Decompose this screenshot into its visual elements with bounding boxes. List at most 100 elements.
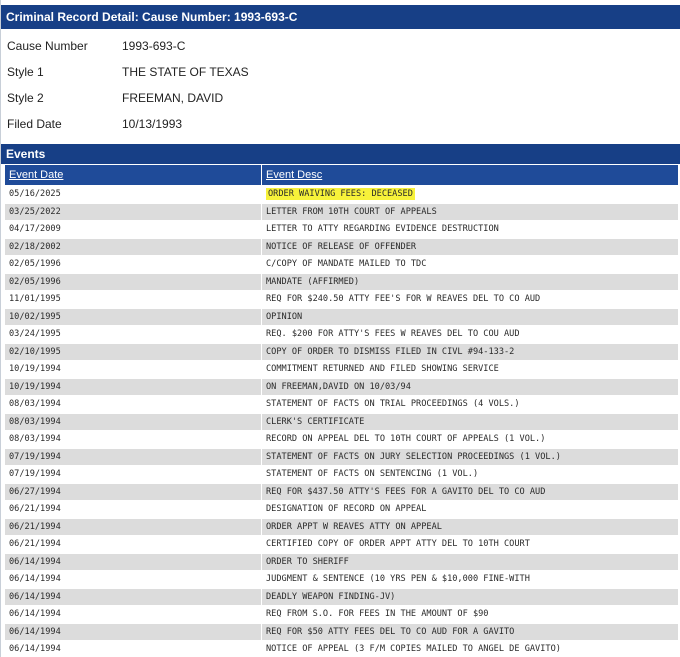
page-title: Criminal Record Detail: Cause Number: 19… [1,5,680,29]
event-desc-cell: MANDATE (AFFIRMED) [261,272,679,291]
event-date-cell: 05/16/2025 [4,185,262,204]
event-desc-cell: REQ FOR $240.50 ATTY FEE'S FOR W REAVES … [261,290,679,309]
table-row: 08/03/1994 CLERK'S CERTIFICATE [4,412,679,431]
table-row: 02/10/1995 COPY OF ORDER TO DISMISS FILED… [4,342,679,361]
event-desc-cell: STATEMENT OF FACTS ON JURY SELECTION PRO… [261,447,679,466]
table-row: 06/14/1994 REQ FOR $50 ATTY FEES DEL TO C… [4,622,679,641]
table-row: 02/05/1996 MANDATE (AFFIRMED) [4,272,679,291]
event-desc-cell: CERTIFIED COPY OF ORDER APPT ATTY DEL TO… [261,535,679,554]
event-desc-cell: REQ FOR $437.50 ATTY'S FEES FOR A GAVITO… [261,482,679,501]
table-row: 06/14/1994 JUDGMENT & SENTENCE (10 YRS PE… [4,570,679,589]
table-row: 05/16/2025 ORDER WAIVING FEES: DECEASED [4,185,679,204]
events-table-header: Event Date Event Desc [4,164,679,186]
event-desc-cell: ORDER TO SHERIFF [261,552,679,571]
event-desc-cell: COMMITMENT RETURNED AND FILED SHOWING SE… [261,360,679,379]
table-row: 04/17/2009 LETTER TO ATTY REGARDING EVIDE… [4,220,679,239]
event-date-cell: 06/14/1994 [4,570,262,589]
table-row: 10/02/1995 OPINION [4,307,679,326]
detail-label: Style 1 [7,65,44,79]
event-desc-cell: C/COPY OF MANDATE MAILED TO TDC [261,255,679,274]
detail-row-style-2: Style 2 FREEMAN, DAVID [1,85,680,111]
table-row: 10/19/1994 ON FREEMAN,DAVID ON 10/03/94 [4,377,679,396]
sort-link-event-desc[interactable]: Event Desc [266,169,322,181]
events-table-body: 05/16/2025 ORDER WAIVING FEES: DECEASED 03… [4,185,679,657]
table-row: 07/19/1994 STATEMENT OF FACTS ON JURY SEL… [4,447,679,466]
event-date-cell: 06/21/1994 [4,535,262,554]
event-date-cell: 06/14/1994 [4,552,262,571]
event-date-cell: 06/14/1994 [4,587,262,606]
table-row: 03/24/1995 REQ. $200 FOR ATTY'S FEES W RE… [4,325,679,344]
table-row: 03/25/2022 LETTER FROM 10TH COURT OF APPE… [4,202,679,221]
column-header-event-date[interactable]: Event Date [4,164,262,186]
event-date-cell: 08/03/1994 [4,395,262,414]
event-date-cell: 02/05/1996 [4,272,262,291]
event-date-cell: 02/05/1996 [4,255,262,274]
event-desc-cell: CLERK'S CERTIFICATE [261,412,679,431]
event-date-cell: 04/17/2009 [4,220,262,239]
event-desc-cell: NOTICE OF RELEASE OF OFFENDER [261,237,679,256]
event-desc-cell: OPINION [261,307,679,326]
detail-label: Style 2 [7,91,44,105]
event-desc-cell: JUDGMENT & SENTENCE (10 YRS PEN & $10,00… [261,570,679,589]
event-desc-cell: REQ. $200 FOR ATTY'S FEES W REAVES DEL T… [261,325,679,344]
event-desc-cell: STATEMENT OF FACTS ON SENTENCING (1 VOL.… [261,465,679,484]
event-date-cell: 11/01/1995 [4,290,262,309]
events-section-title: Events [1,144,680,164]
event-desc-cell: ON FREEMAN,DAVID ON 10/03/94 [261,377,679,396]
table-row: 06/27/1994 REQ FOR $437.50 ATTY'S FEES FO… [4,482,679,501]
detail-row-cause-number: Cause Number 1993-693-C [1,33,680,59]
event-date-cell: 06/14/1994 [4,605,262,624]
event-desc-cell: ORDER APPT W REAVES ATTY ON APPEAL [261,517,679,536]
table-row: 06/14/1994 NOTICE OF APPEAL (3 F/M COPIES… [4,640,679,657]
detail-label: Cause Number [7,39,88,53]
event-date-cell: 07/19/1994 [4,447,262,466]
detail-value: 1993-693-C [122,39,186,53]
event-date-cell: 06/21/1994 [4,500,262,519]
event-date-cell: 10/02/1995 [4,307,262,326]
event-desc-cell: REQ FOR $50 ATTY FEES DEL TO CO AUD FOR … [261,622,679,641]
case-details: Cause Number 1993-693-C Style 1 THE STAT… [1,29,680,142]
events-table: Event Date Event Desc 05/16/2025 ORDER WA… [4,164,679,657]
table-row: 06/14/1994 REQ FROM S.O. FOR FEES IN THE … [4,605,679,624]
event-desc-cell: STATEMENT OF FACTS ON TRIAL PROCEEDINGS … [261,395,679,414]
event-date-cell: 03/24/1995 [4,325,262,344]
table-row: 08/03/1994 RECORD ON APPEAL DEL TO 10TH C… [4,430,679,449]
table-row: 02/18/2002 NOTICE OF RELEASE OF OFFENDER [4,237,679,256]
event-desc-cell: ORDER WAIVING FEES: DECEASED [261,185,679,204]
event-desc-cell: NOTICE OF APPEAL (3 F/M COPIES MAILED TO… [261,640,679,657]
table-row: 10/19/1994 COMMITMENT RETURNED AND FILED … [4,360,679,379]
event-desc-cell: DESIGNATION OF RECORD ON APPEAL [261,500,679,519]
detail-value: FREEMAN, DAVID [122,91,224,105]
event-desc-cell: LETTER TO ATTY REGARDING EVIDENCE DESTRU… [261,220,679,239]
event-date-cell: 02/18/2002 [4,237,262,256]
event-date-cell: 06/14/1994 [4,640,262,657]
event-date-cell: 08/03/1994 [4,412,262,431]
detail-label: Filed Date [7,117,62,131]
event-date-cell: 10/19/1994 [4,377,262,396]
table-row: 02/05/1996 C/COPY OF MANDATE MAILED TO TD… [4,255,679,274]
event-date-cell: 10/19/1994 [4,360,262,379]
table-row: 08/03/1994 STATEMENT OF FACTS ON TRIAL PR… [4,395,679,414]
criminal-record-page: Criminal Record Detail: Cause Number: 19… [0,0,680,657]
highlighted-event-desc: ORDER WAIVING FEES: DECEASED [266,188,415,201]
event-date-cell: 06/21/1994 [4,517,262,536]
table-row: 06/21/1994 DESIGNATION OF RECORD ON APPEA… [4,500,679,519]
column-header-event-desc[interactable]: Event Desc [261,164,679,186]
table-row: 11/01/1995 REQ FOR $240.50 ATTY FEE'S FOR… [4,290,679,309]
event-desc-cell: COPY OF ORDER TO DISMISS FILED IN CIVL #… [261,342,679,361]
event-desc-cell: REQ FROM S.O. FOR FEES IN THE AMOUNT OF … [261,605,679,624]
event-date-cell: 02/10/1995 [4,342,262,361]
event-desc-cell: RECORD ON APPEAL DEL TO 10TH COURT OF AP… [261,430,679,449]
sort-link-event-date[interactable]: Event Date [9,169,63,181]
detail-row-style-1: Style 1 THE STATE OF TEXAS [1,59,680,85]
event-date-cell: 08/03/1994 [4,430,262,449]
detail-value: THE STATE OF TEXAS [122,65,249,79]
event-date-cell: 06/27/1994 [4,482,262,501]
event-date-cell: 03/25/2022 [4,202,262,221]
table-row: 06/14/1994 DEADLY WEAPON FINDING-JV) [4,587,679,606]
detail-value: 10/13/1993 [122,117,183,131]
event-desc-cell: LETTER FROM 10TH COURT OF APPEALS [261,202,679,221]
event-date-cell: 06/14/1994 [4,622,262,641]
table-row: 06/21/1994 CERTIFIED COPY OF ORDER APPT A… [4,535,679,554]
event-desc-cell: DEADLY WEAPON FINDING-JV) [261,587,679,606]
